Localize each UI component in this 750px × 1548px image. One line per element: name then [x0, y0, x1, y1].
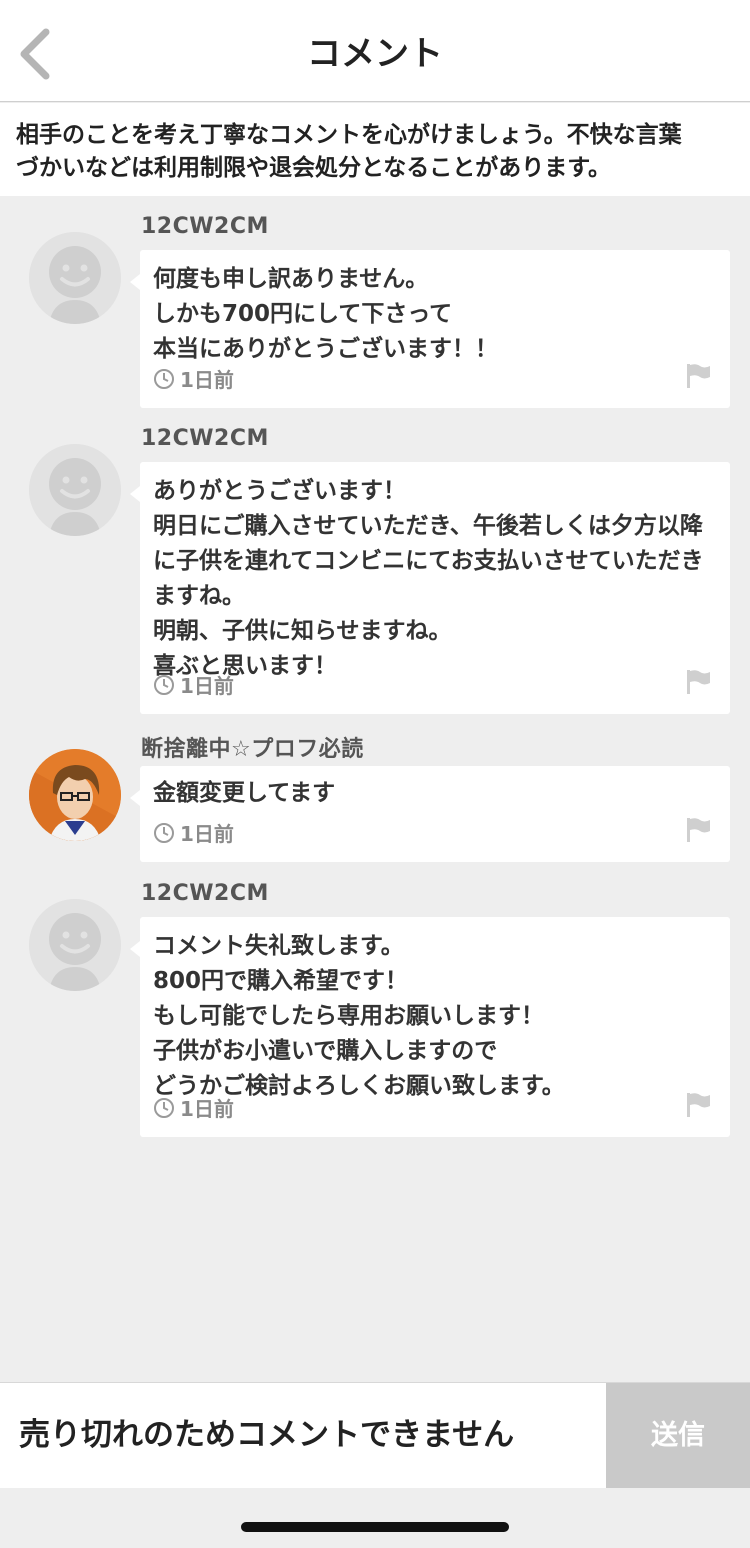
comment-timestamp: 1日前	[153, 364, 234, 393]
clock-icon	[154, 822, 174, 843]
comment-input-bar: 売り切れのためコメントできません 送信	[0, 1382, 750, 1488]
comment-text: 金額変更してます	[153, 780, 336, 806]
comment-username[interactable]: 断捨離中☆プロフ必読	[141, 731, 364, 763]
flag-icon	[687, 364, 710, 388]
comment-username[interactable]: 12CW2CM	[141, 214, 269, 239]
notice-strong-withdrawal: 退会処分	[269, 155, 361, 181]
chevron-left-icon	[20, 28, 50, 80]
comment-screen: コメント 相手のことを考え丁寧なコメントを心がけましょう。不快な言葉 づかいなど…	[0, 0, 750, 1548]
default-avatar-icon	[29, 444, 121, 536]
comment-username[interactable]: 12CW2CM	[141, 881, 269, 906]
comment-timestamp: 1日前	[153, 670, 234, 699]
send-button[interactable]: 送信	[606, 1383, 750, 1488]
comment-bubble: ありがとうございます！ 明日にご購入させていただき、午後若しくは夕方以降に子供を…	[130, 462, 730, 714]
default-avatar-icon	[29, 899, 121, 991]
avatar[interactable]	[29, 749, 121, 841]
avatar[interactable]	[29, 899, 121, 991]
page-title: コメント	[307, 34, 443, 74]
notice-text: づかいなどは	[16, 155, 154, 181]
comment-timestamp: 1日前	[153, 1093, 234, 1122]
report-flag-button[interactable]	[684, 816, 712, 844]
flag-icon	[687, 818, 710, 842]
comment-username[interactable]: 12CW2CM	[141, 426, 269, 451]
default-avatar-icon	[29, 232, 121, 324]
comment-time: 1日前	[180, 822, 234, 846]
seller-avatar	[29, 749, 121, 841]
avatar[interactable]	[29, 444, 121, 536]
comment-time: 1日前	[180, 1097, 234, 1121]
notice-strong-usage-limit: 利用制限	[154, 155, 246, 181]
home-indicator[interactable]	[241, 1522, 509, 1532]
report-flag-button[interactable]	[684, 1091, 712, 1119]
flag-icon	[687, 1093, 710, 1117]
comment-bubble: 金額変更してます 1日前	[130, 766, 730, 862]
comment-time: 1日前	[180, 368, 234, 392]
notice-line-1: 相手のことを考え丁寧なコメントを心がけましょう。不快な言葉	[16, 122, 682, 148]
comment-text: 何度も申し訳ありません。 しかも700円にして下さって 本当にありがとうございま…	[153, 266, 498, 362]
comment-disabled-message: 売り切れのためコメントできません	[19, 1417, 515, 1453]
comment-bubble: コメント失礼致します。 800円で購入希望です！ もし可能でしたら専用お願いしま…	[130, 917, 730, 1137]
notice-text: となることがあります。	[361, 155, 612, 181]
back-button[interactable]	[8, 22, 68, 86]
report-flag-button[interactable]	[684, 362, 712, 390]
comment-guideline-notice: 相手のことを考え丁寧なコメントを心がけましょう。不快な言葉 づかいなどは利用制限…	[0, 103, 750, 196]
clock-icon	[154, 1097, 174, 1118]
comment-text: コメント失礼致します。 800円で購入希望です！ もし可能でしたら専用お願いしま…	[153, 933, 565, 1099]
comment-timestamp: 1日前	[153, 818, 234, 847]
clock-icon	[154, 368, 174, 389]
flag-icon	[687, 670, 710, 694]
comment-time: 1日前	[180, 674, 234, 698]
report-flag-button[interactable]	[684, 668, 712, 696]
avatar[interactable]	[29, 232, 121, 324]
notice-line-2: づかいなどは利用制限や退会処分となることがあります。	[16, 152, 734, 185]
comment-text: ありがとうございます！ 明日にご購入させていただき、午後若しくは夕方以降に子供を…	[153, 478, 704, 679]
notice-text: や	[246, 155, 269, 181]
header: コメント	[0, 0, 750, 102]
clock-icon	[154, 674, 174, 695]
comment-bubble: 何度も申し訳ありません。 しかも700円にして下さって 本当にありがとうございま…	[130, 250, 730, 408]
